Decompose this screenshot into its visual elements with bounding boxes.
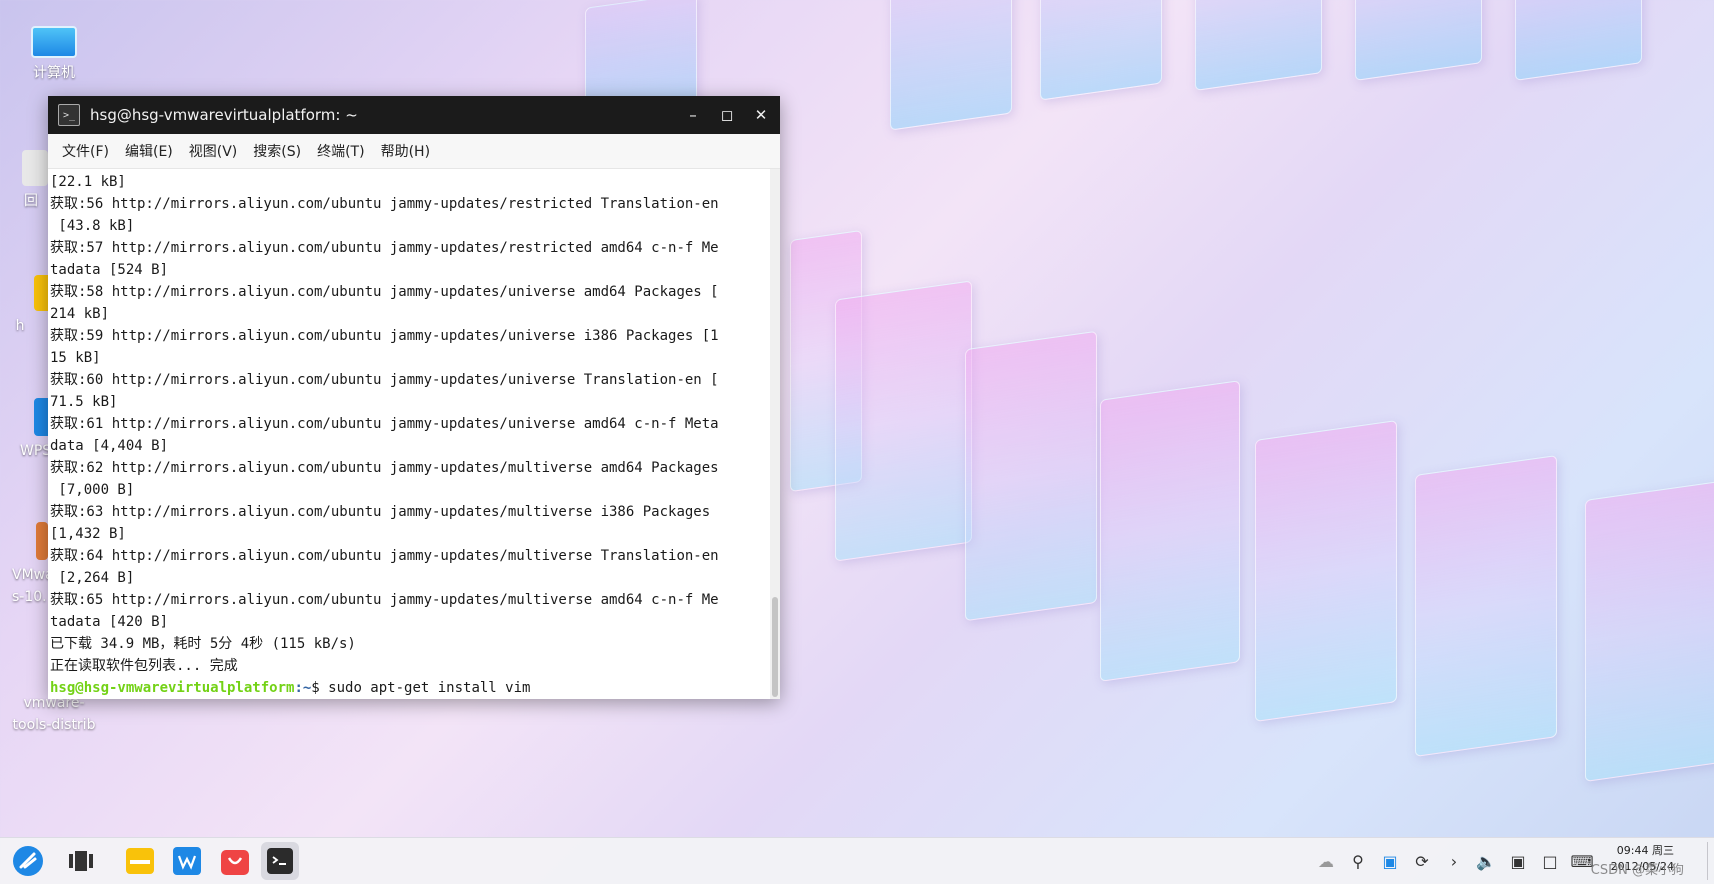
terminal-line: [22.1 kB]: [50, 174, 126, 190]
terminal-line: 获取:65 http://mirrors.aliyun.com/ubuntu j…: [50, 592, 719, 608]
minimize-icon: –: [689, 106, 697, 124]
file-manager-button[interactable]: [121, 842, 159, 880]
computer-icon: [31, 26, 77, 58]
menu-file[interactable]: 文件(F): [54, 141, 117, 161]
terminal-line: 15 kB]: [50, 350, 101, 366]
close-icon: ✕: [754, 106, 768, 124]
desktop-icon-label: h: [15, 318, 25, 334]
terminal-line: 71.5 kB]: [50, 394, 118, 410]
terminal-prompt-line: hsg@hsg-vmwarevirtualplatform:~$ sudo ap…: [50, 677, 770, 699]
multitask-view-button[interactable]: [62, 842, 100, 880]
start-menu-button[interactable]: [9, 842, 47, 880]
terminal-line: 获取:58 http://mirrors.aliyun.com/ubuntu j…: [50, 284, 719, 300]
software-store-button[interactable]: [216, 842, 254, 880]
window-titlebar[interactable]: >_ hsg@hsg-vmwarevirtualplatform: ~ – ◻ …: [48, 96, 780, 134]
multitask-icon: [69, 851, 93, 871]
desktop-icon-trash[interactable]: 回: [0, 150, 52, 212]
terminal-line: 获取:64 http://mirrors.aliyun.com/ubuntu j…: [50, 548, 719, 564]
menu-bar: 文件(F) 编辑(E) 视图(V) 搜索(S) 终端(T) 帮助(H): [48, 134, 780, 169]
terminal-line: [43.8 kB]: [50, 218, 135, 234]
desktop-icon-label: WPS: [20, 443, 52, 459]
show-desktop-button[interactable]: [1707, 842, 1714, 880]
terminal-icon: [267, 848, 293, 874]
terminal-line: 获取:63 http://mirrors.aliyun.com/ubuntu j…: [50, 504, 711, 520]
desktop-icon-label: 回: [24, 193, 38, 209]
system-tray: ☁ ⚲ ▣ ⟳ › 🔈 ▣ □ ⌨: [1310, 838, 1598, 884]
scrollbar[interactable]: [770, 169, 780, 699]
terminal-line: 获取:56 http://mirrors.aliyun.com/ubuntu j…: [50, 196, 719, 212]
menu-help[interactable]: 帮助(H): [373, 141, 438, 161]
clock-time: 09:44 周三: [1616, 844, 1674, 857]
menu-view[interactable]: 视图(V): [181, 141, 246, 161]
wps-icon: [173, 847, 201, 875]
terminal-line: data [4,404 B]: [50, 438, 169, 454]
terminal-line: 正在读取软件包列表... 完成: [50, 658, 238, 674]
menu-terminal[interactable]: 终端(T): [309, 141, 372, 161]
prompt-command: sudo apt-get install vim: [328, 680, 531, 696]
scrollbar-thumb[interactable]: [772, 597, 778, 697]
terminal-line: [7,000 B]: [50, 482, 135, 498]
window-title: hsg@hsg-vmwarevirtualplatform: ~: [90, 106, 358, 124]
terminal-line: 获取:57 http://mirrors.aliyun.com/ubuntu j…: [50, 240, 719, 256]
terminal-line: tadata [420 B]: [50, 614, 169, 630]
notification-icon[interactable]: □: [1534, 852, 1566, 871]
close-button[interactable]: ✕: [744, 96, 778, 134]
terminal-icon: >_: [58, 104, 80, 126]
volume-icon[interactable]: 🔈: [1470, 852, 1502, 871]
menu-edit[interactable]: 编辑(E): [117, 141, 181, 161]
sync-icon[interactable]: ⟳: [1406, 852, 1438, 871]
terminal-line: 获取:62 http://mirrors.aliyun.com/ubuntu j…: [50, 460, 719, 476]
wps-button[interactable]: [168, 842, 206, 880]
archive-icon: [36, 522, 48, 560]
folder-icon: [126, 848, 154, 874]
taskbar: ☁ ⚲ ▣ ⟳ › 🔈 ▣ □ ⌨ 09:44 周三 2012/05/24 CS…: [0, 837, 1714, 884]
chevron-right-icon[interactable]: ›: [1438, 852, 1470, 871]
desktop-icon-computer[interactable]: 计算机: [4, 22, 104, 84]
trash-icon: [22, 150, 48, 186]
maximize-icon: ◻: [720, 106, 734, 124]
maximize-button[interactable]: ◻: [710, 96, 744, 134]
terminal-line: 已下载 34.9 MB，耗时 5分 4秒 (115 kB/s): [50, 636, 356, 652]
terminal-line: [2,264 B]: [50, 570, 135, 586]
terminal-line: 获取:61 http://mirrors.aliyun.com/ubuntu j…: [50, 416, 719, 432]
terminal-taskbar-button[interactable]: [261, 842, 299, 880]
terminal-line: 214 kB]: [50, 306, 110, 322]
input-method-icon[interactable]: ▣: [1374, 852, 1406, 871]
terminal-window[interactable]: >_ hsg@hsg-vmwarevirtualplatform: ~ – ◻ …: [48, 96, 780, 699]
terminal-line: [1,432 B]: [50, 526, 126, 542]
search-icon[interactable]: ⚲: [1342, 852, 1374, 871]
cloud-icon[interactable]: ☁: [1310, 852, 1342, 871]
store-icon: [221, 850, 249, 875]
prompt-user-host: hsg@hsg-vmwarevirtualplatform: [50, 680, 295, 696]
terminal-line: 获取:59 http://mirrors.aliyun.com/ubuntu j…: [50, 328, 719, 344]
watermark: CSDN @菜小狗: [1590, 863, 1684, 878]
desktop-icon-home[interactable]: h: [0, 275, 58, 337]
terminal-output[interactable]: [22.1 kB] 获取:56 http://mirrors.aliyun.com…: [48, 169, 770, 699]
kylin-logo-icon: [13, 846, 43, 876]
terminal-line: 获取:60 http://mirrors.aliyun.com/ubuntu j…: [50, 372, 719, 388]
desktop-icon-label: 计算机: [33, 65, 75, 81]
menu-search[interactable]: 搜索(S): [245, 141, 309, 161]
prompt-symbol: $: [311, 680, 329, 696]
prompt-path: :~: [294, 680, 312, 696]
terminal-line: tadata [524 B]: [50, 262, 169, 278]
minimize-button[interactable]: –: [676, 96, 710, 134]
network-icon[interactable]: ▣: [1502, 852, 1534, 871]
